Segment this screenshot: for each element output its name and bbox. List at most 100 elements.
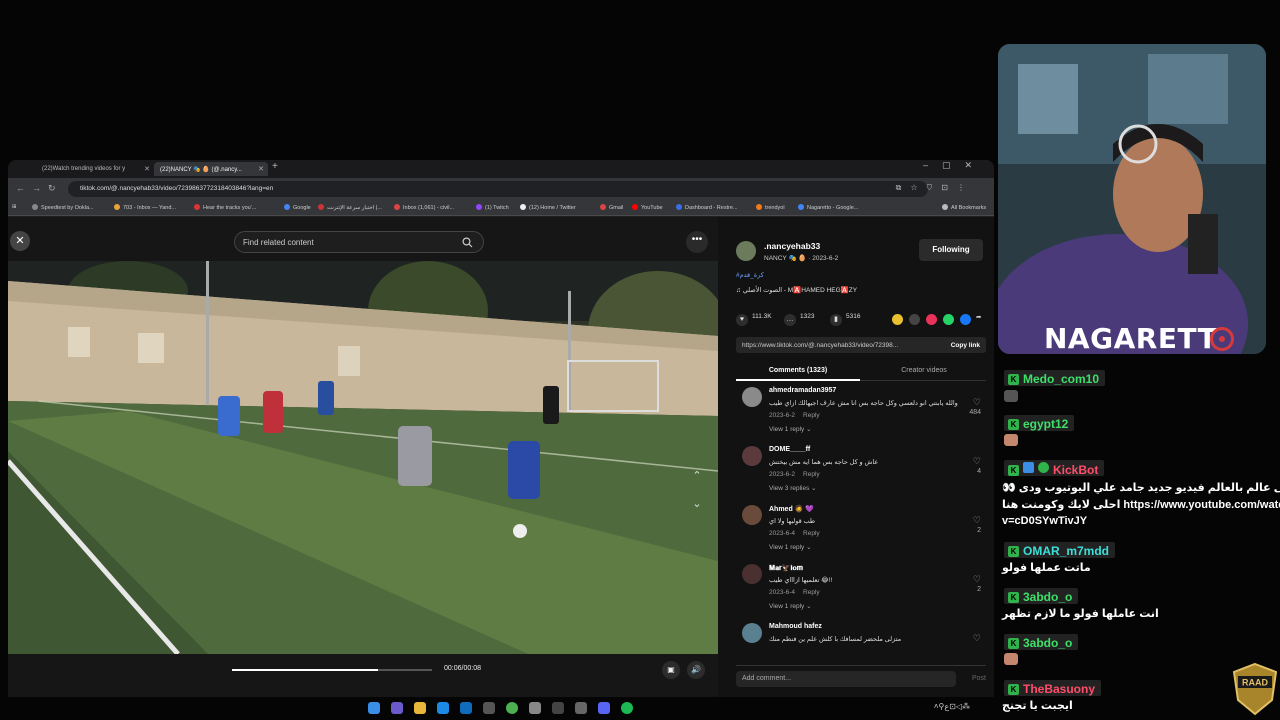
url-field[interactable]: tiktok.com/@.nancyehab33/video/723986377… (68, 181, 928, 197)
mail-icon[interactable] (460, 702, 472, 714)
comment-button[interactable]: … 1323 (784, 313, 814, 326)
bookmark-item[interactable]: Speedtest by Ookla... (32, 204, 94, 211)
share-arrow-icon[interactable]: ➦ (976, 313, 981, 321)
bookmark-label: Dashboard - Restre... (685, 205, 738, 211)
new-tab-button[interactable]: + (272, 161, 278, 172)
app-icon[interactable] (483, 702, 495, 714)
avatar[interactable] (736, 241, 756, 261)
avatar[interactable] (742, 505, 762, 525)
avatar[interactable] (742, 623, 762, 643)
avatar[interactable] (742, 446, 762, 466)
copy-link-button[interactable]: Copy link (951, 342, 980, 349)
heart-icon[interactable]: ♡ (973, 456, 981, 467)
video-frame[interactable]: ⌃ ⌄ (8, 261, 718, 654)
comment-username[interactable]: Mahmoud hafez (769, 623, 822, 630)
bookmark-item[interactable]: 703 - Inbox — Yand... (114, 204, 176, 211)
comment-username[interactable]: 𝐌𝐚𝐫🦅𝐢𝐨𝐦 (769, 564, 803, 573)
close-tab-icon[interactable]: ✕ (258, 165, 264, 173)
chrome-icon[interactable] (506, 702, 518, 714)
progress-bar[interactable] (232, 669, 432, 671)
avatar[interactable] (742, 564, 762, 584)
post-button[interactable]: Post (972, 675, 986, 682)
volume-icon[interactable]: 🔊 (687, 661, 705, 679)
bookmark-label: Nagaretto - Google... (807, 205, 859, 211)
author-handle[interactable]: .nancyehab33 (764, 241, 820, 251)
bookmark-item[interactable]: Inbox (1,061) - civil... (394, 204, 454, 211)
heart-icon[interactable]: ♡ (973, 515, 981, 526)
tab-creator-videos[interactable]: Creator videos (862, 367, 986, 374)
view-replies-button[interactable]: View 3 replies ⌄ (769, 484, 817, 492)
bookmark-item[interactable]: Hear the tracks you'... (194, 204, 256, 211)
apps-icon[interactable]: ⊞ (12, 204, 17, 210)
tab-bar: (22)Watch trending videos for y ✕ (22)NA… (8, 160, 994, 178)
comment-input[interactable]: Add comment... (736, 671, 956, 687)
music-label[interactable]: ♫ الصوت الأصلي - M🅰️HAMED HEG🅰️ZY (736, 286, 857, 294)
comment-meta: 2023-6-4 Reply (769, 530, 820, 537)
bookmark-item[interactable]: Gmail (600, 204, 623, 211)
browser-tab-tiktok[interactable]: (22)NANCY 🎭 🥚 (@.nancy... ✕ (154, 162, 268, 176)
close-icon[interactable]: ✕ (10, 231, 30, 251)
spotify-icon[interactable] (621, 702, 633, 714)
bookmark-item[interactable]: trendyol (756, 204, 785, 211)
discord-icon[interactable] (598, 702, 610, 714)
reload-icon[interactable]: ↻ (48, 183, 56, 194)
like-button[interactable]: ♥ 111.3K (736, 313, 772, 326)
bookmark-item[interactable]: (12) Home / Twitter (520, 204, 576, 211)
close-tab-icon[interactable]: ✕ (144, 165, 150, 173)
facebook-icon[interactable] (960, 314, 971, 325)
back-icon[interactable]: ← (16, 183, 25, 193)
following-button[interactable]: Following (919, 239, 983, 261)
reply-button[interactable]: Reply (803, 589, 820, 596)
app-icon[interactable] (529, 702, 541, 714)
bookmark-label: Google (293, 205, 311, 211)
start-icon[interactable] (368, 702, 380, 714)
previous-video-icon[interactable]: ⌃ (688, 469, 706, 487)
explorer-icon[interactable] (414, 702, 426, 714)
bookmark-item[interactable]: All Bookmarks (942, 204, 986, 211)
comment-item: Ahmed 🧔 💜 طب قوليها ولا اي 2023-6-4 Reply Vi… (736, 503, 991, 561)
comment-icon: … (784, 314, 796, 326)
copilot-icon[interactable] (391, 702, 403, 714)
system-tray[interactable]: ˄⚲ع⊡◁⁂ (934, 702, 970, 711)
reply-button[interactable]: Reply (803, 471, 820, 478)
reply-button[interactable]: Reply (803, 412, 820, 419)
bookmark-item[interactable]: Google (284, 204, 311, 211)
bookmark-item[interactable]: Dashboard - Restre... (676, 204, 738, 211)
bookmark-item[interactable]: YouTube (632, 204, 663, 211)
heart-icon[interactable]: ♡ (973, 633, 981, 644)
browser-tab-trending[interactable]: (22)Watch trending videos for y ✕ (36, 162, 154, 176)
forward-icon[interactable]: → (32, 183, 41, 193)
view-replies-button[interactable]: View 1 reply ⌄ (769, 543, 812, 551)
heart-icon[interactable]: ♡ (973, 397, 981, 408)
extension-icons[interactable]: ⧉☆⛉⊡⋮ (896, 183, 974, 193)
reply-button[interactable]: Reply (803, 530, 820, 537)
window-controls[interactable]: –▢✕ (923, 160, 986, 171)
search-input[interactable]: Find related content (234, 231, 484, 253)
comment-username[interactable]: ahmedramadan3957 (769, 387, 836, 394)
obs-icon[interactable] (575, 702, 587, 714)
bookmark-item[interactable]: Nagaretto - Google... (798, 204, 858, 211)
app-icon[interactable] (552, 702, 564, 714)
avatar[interactable] (742, 387, 762, 407)
edge-icon[interactable] (437, 702, 449, 714)
send-icon[interactable] (926, 314, 937, 325)
coin-share-icon[interactable] (892, 314, 903, 325)
whatsapp-icon[interactable] (943, 314, 954, 325)
search-icon[interactable] (462, 237, 473, 248)
bookmark-item[interactable]: (1) Twitch (476, 204, 509, 211)
view-replies-button[interactable]: View 1 reply ⌄ (769, 425, 812, 433)
view-replies-button[interactable]: View 1 reply ⌄ (769, 602, 812, 610)
save-button[interactable]: ▮ 5316 (830, 313, 860, 326)
tab-comments[interactable]: Comments (1323) (736, 367, 860, 374)
comment-username[interactable]: DOME____ff (769, 446, 810, 453)
next-video-icon[interactable]: ⌄ (688, 497, 706, 515)
more-options-icon[interactable]: ••• (686, 231, 708, 253)
embed-icon[interactable] (909, 314, 920, 325)
comment-username[interactable]: Ahmed 🧔 💜 (769, 505, 814, 513)
heart-icon[interactable]: ♡ (973, 574, 981, 585)
bookmark-item[interactable]: اختبار سرعة الإنترنت |... (318, 204, 382, 211)
hashtag-link[interactable]: #كرة_قدم (736, 271, 764, 279)
comment-text: والله يابنتي انو دلعسي وكل حاجه بس انا م… (769, 400, 958, 407)
pip-icon[interactable]: ▣ (662, 661, 680, 679)
chat-message: انت عاملها فولو ما لازم تظهر (1002, 608, 1159, 620)
